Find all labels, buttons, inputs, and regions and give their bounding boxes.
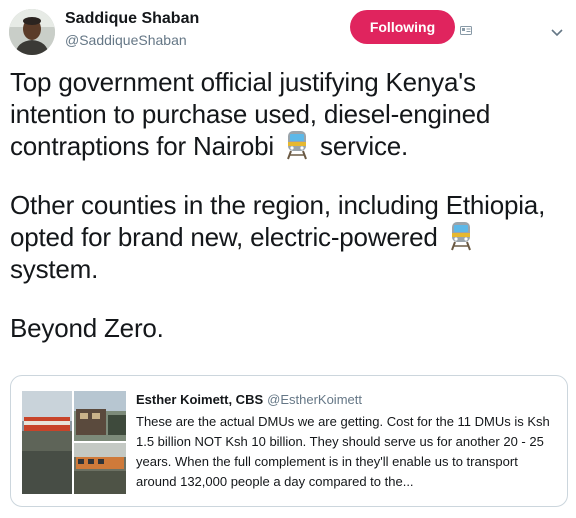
quoted-tweet-card[interactable]: Esther Koimett, CBS @EstherKoimett These … xyxy=(10,375,568,507)
tweet-text-segment: service. xyxy=(313,131,409,161)
chevron-down-icon[interactable] xyxy=(551,24,563,37)
quoted-author-name[interactable]: Esther Koimett, CBS xyxy=(136,392,263,407)
quoted-tweet-media[interactable] xyxy=(22,391,126,494)
train-photo-collage xyxy=(22,391,126,494)
following-button[interactable]: Following xyxy=(350,10,455,44)
profile-card-icon[interactable] xyxy=(460,22,472,35)
author-handle[interactable]: @SaddiqueShaban xyxy=(65,32,187,48)
tweet-paragraph: Top government official justifying Kenya… xyxy=(10,66,566,162)
author-name[interactable]: Saddique Shaban xyxy=(65,10,199,28)
tweet-text-segment: Top government official justifying Kenya… xyxy=(10,67,491,161)
tweet-text-segment: Beyond Zero. xyxy=(10,313,164,343)
tweet-text-segment: system. xyxy=(10,254,99,284)
quoted-tweet-header: Esther Koimett, CBS @EstherKoimett xyxy=(136,392,362,407)
tweet-text: Top government official justifying Kenya… xyxy=(10,66,566,371)
train-emoji-icon xyxy=(450,222,471,251)
tweet-paragraph: Other counties in the region, including … xyxy=(10,189,566,285)
train-emoji-icon xyxy=(287,131,307,160)
avatar[interactable] xyxy=(9,9,55,55)
quoted-tweet-text: These are the actual DMUs we are getting… xyxy=(136,414,550,489)
tweet-paragraph: Beyond Zero. xyxy=(10,312,566,344)
quoted-author-handle[interactable]: @EstherKoimett xyxy=(267,392,362,407)
